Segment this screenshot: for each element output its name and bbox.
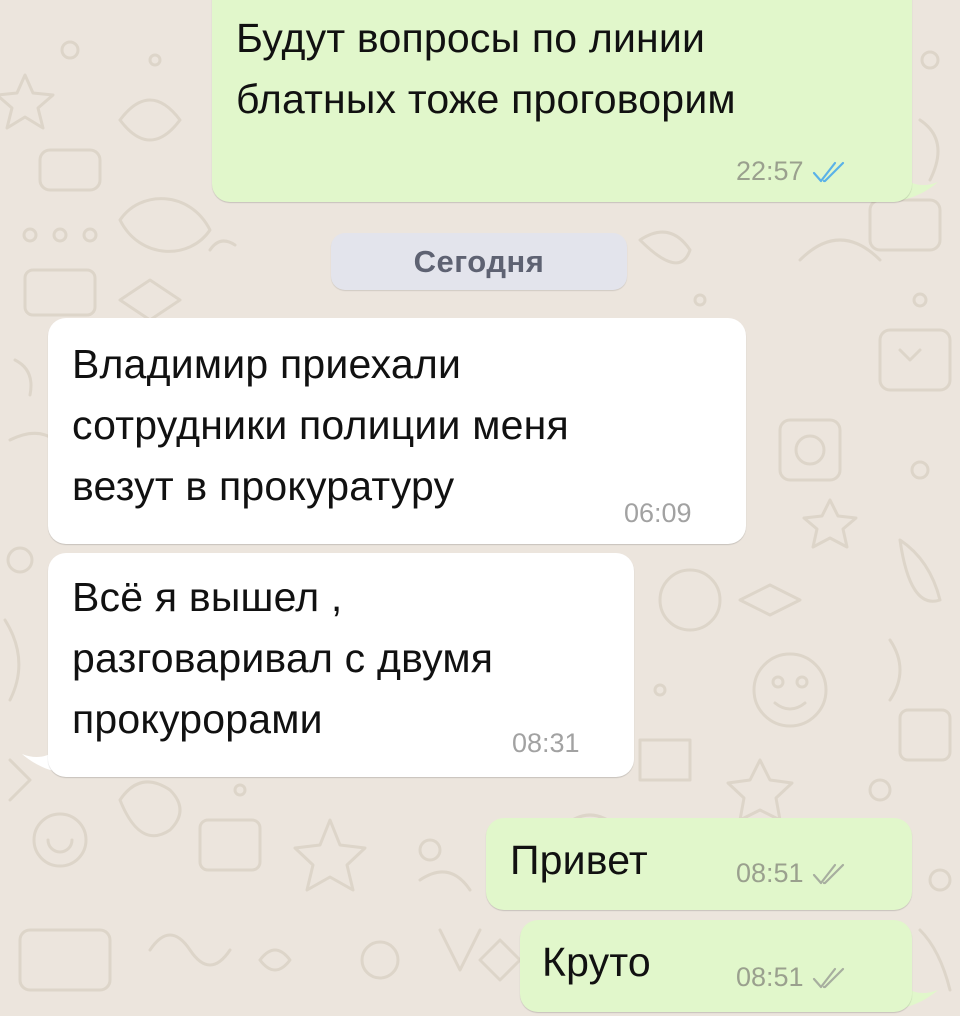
- date-separator-label: Сегодня: [413, 243, 545, 279]
- message-text: Будут вопросы по линии блатных тоже прог…: [236, 15, 736, 122]
- message-meta: 22:57: [736, 156, 846, 187]
- message-meta: 06:09: [624, 498, 692, 529]
- message-time: 06:09: [624, 498, 692, 528]
- double-check-read-icon: [812, 161, 844, 182]
- message-text: Привет: [510, 837, 648, 883]
- outgoing-message-1[interactable]: Будут вопросы по линии блатных тоже прог…: [212, 0, 912, 202]
- double-check-delivered-icon: [812, 967, 844, 988]
- message-meta: 08:51: [736, 962, 846, 993]
- message-meta: 08:51: [736, 858, 846, 889]
- incoming-message-2[interactable]: Всё я вышел , разговаривал с двумя проку…: [48, 553, 634, 777]
- message-time: 08:31: [512, 728, 580, 758]
- message-meta: 08:31: [512, 728, 580, 759]
- message-text: Владимир приехали сотрудники полиции мен…: [72, 341, 569, 509]
- message-time: 22:57: [736, 156, 804, 186]
- message-text: Всё я вышел , разговаривал с двумя проку…: [72, 574, 494, 742]
- message-time: 08:51: [736, 858, 804, 888]
- incoming-message-1[interactable]: Владимир приехали сотрудники полиции мен…: [48, 318, 746, 544]
- date-separator: Сегодня: [331, 233, 627, 290]
- outgoing-message-3[interactable]: Круто 08:51: [520, 920, 912, 1012]
- outgoing-message-2[interactable]: Привет 08:51: [486, 818, 912, 910]
- message-time: 08:51: [736, 962, 804, 992]
- double-check-delivered-icon: [812, 863, 844, 884]
- message-text: Круто: [542, 939, 651, 985]
